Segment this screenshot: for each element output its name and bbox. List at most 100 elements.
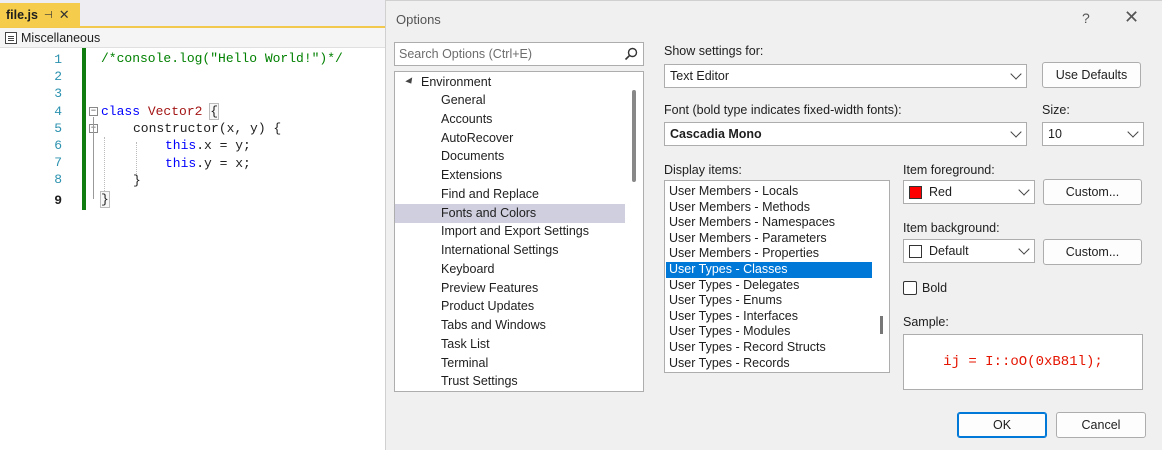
list-vertical-scrollbar[interactable] [880,316,883,334]
bold-label: Bold [922,281,948,295]
tree-node[interactable]: Trust Settings [395,372,625,391]
tree-node[interactable]: Tabs and Windows [395,316,625,335]
code-text: constructor(x, y) { [133,121,282,136]
chevron-down-icon [1010,68,1022,80]
tree-node[interactable]: International Settings [395,241,625,260]
options-tree[interactable]: Environment General Accounts AutoRecover… [394,71,644,392]
list-item-selected[interactable]: User Types - Classes [666,262,872,278]
change-tracking-bar [82,48,86,210]
indent-guide [104,137,105,197]
collapse-icon[interactable]: − [89,107,98,116]
tab-file-js[interactable]: file.js ⊣ ✕ [0,3,80,27]
search-icon[interactable] [624,47,638,61]
tab-label: file.js [6,8,38,22]
code-line[interactable]: /*console.log("Hello World!")*/ [101,50,343,67]
dialog-title: Options [396,12,441,27]
code-keyword: class [101,104,141,119]
show-settings-select[interactable]: Text Editor [664,64,1027,88]
background-value: Default [929,244,969,258]
project-icon [5,31,17,44]
list-item[interactable]: User Types - Enums [666,293,872,309]
background-custom-button[interactable]: Custom... [1043,239,1142,265]
tree-node[interactable]: AutoRecover [395,129,625,148]
show-settings-value: Text Editor [670,69,730,83]
cancel-button[interactable]: Cancel [1056,412,1146,438]
code-text: } [133,173,141,188]
line-number: 5 [54,121,62,136]
navigation-bar[interactable]: Miscellaneous [0,28,385,48]
code-line[interactable]: constructor(x, y) { [133,120,281,137]
tree-node-selected[interactable]: Fonts and Colors [395,204,625,223]
code-line[interactable]: } [133,172,141,189]
search-options-input[interactable]: Search Options (Ctrl+E) [394,42,644,66]
foreground-select[interactable]: Red [903,180,1035,204]
line-number-gutter: 1 2 3 4 5 6 7 8 9 [0,48,80,450]
tree-node[interactable]: Product Updates [395,297,625,316]
size-select[interactable]: 10 [1042,122,1144,146]
foreground-label: Item foreground: [903,163,995,177]
line-number: 1 [54,52,62,67]
font-select[interactable]: Cascadia Mono [664,122,1027,146]
bold-checkbox[interactable] [903,281,917,295]
list-item[interactable]: User Members - Methods [666,200,872,216]
list-item[interactable]: User Members - Locals [666,184,872,200]
use-defaults-button[interactable]: Use Defaults [1042,62,1141,88]
tree-node[interactable]: Accounts [395,110,625,129]
list-item[interactable]: User Types - Interfaces [666,309,872,325]
chevron-down-icon [1018,243,1030,255]
tree-node[interactable]: Preview Features [395,279,625,298]
indent-guide [136,142,137,176]
code-text: .y = x; [196,156,251,171]
tree-node[interactable]: Find and Replace [395,185,625,204]
tree-node[interactable]: Keyboard [395,260,625,279]
code-text: .x = y; [196,138,251,153]
font-value: Cascadia Mono [670,127,762,141]
foreground-custom-button[interactable]: Custom... [1043,179,1142,205]
display-items-list[interactable]: User Members - Locals User Members - Met… [664,180,890,373]
tree-node[interactable]: Documents [395,147,625,166]
sample-text: ij = I::oO(0xB81l); [943,354,1103,370]
code-line[interactable]: this.x = y; [165,137,251,154]
tree-node-environment[interactable]: Environment [395,73,625,92]
code-line[interactable]: } [100,191,110,208]
color-swatch [909,185,922,199]
list-item[interactable]: User Members - Properties [666,246,872,262]
background-select[interactable]: Default [903,239,1035,263]
line-number: 8 [54,172,62,187]
line-number: 4 [54,104,62,119]
list-item[interactable]: User Types - Records [666,356,872,372]
current-line-number: 9 [54,193,62,208]
size-label: Size: [1042,103,1070,117]
sample-label: Sample: [903,315,949,329]
line-number: 2 [54,69,62,84]
display-items-label: Display items: [664,163,742,177]
ok-button[interactable]: OK [957,412,1047,438]
tree-node[interactable]: Task List [395,335,625,354]
list-item[interactable]: User Types - Delegates [666,278,872,294]
code-line[interactable]: class Vector2 { [101,103,220,120]
tree-node[interactable]: Extensions [395,166,625,185]
close-icon[interactable]: ✕ [59,7,70,23]
help-icon[interactable]: ? [1082,10,1090,26]
code-keyword: this [165,138,197,153]
tree-node[interactable]: Import and Export Settings [395,222,625,241]
close-icon[interactable]: ✕ [1124,7,1139,28]
foreground-value: Red [929,185,952,199]
list-item[interactable]: User Types - Modules [666,324,872,340]
code-class-name: Vector2 [147,104,203,119]
background-label: Item background: [903,221,1000,235]
list-item[interactable]: User Members - Parameters [666,231,872,247]
code-line[interactable]: this.y = x; [165,155,251,172]
tree-node[interactable]: Terminal [395,354,625,373]
font-label: Font (bold type indicates fixed-width fo… [664,103,902,117]
list-item[interactable]: User Members - Namespaces [666,215,872,231]
tree-node[interactable]: General [395,91,625,110]
line-number: 7 [54,155,62,170]
sample-preview: ij = I::oO(0xB81l); [903,334,1143,390]
pin-icon[interactable]: ⊣ [44,10,53,21]
chevron-down-icon [1010,126,1022,138]
tree-scrollbar[interactable] [632,90,636,182]
list-item[interactable]: User Types - Record Structs [666,340,872,356]
line-number: 3 [54,86,62,101]
code-comment: /*console.log("Hello World!")*/ [101,51,343,66]
